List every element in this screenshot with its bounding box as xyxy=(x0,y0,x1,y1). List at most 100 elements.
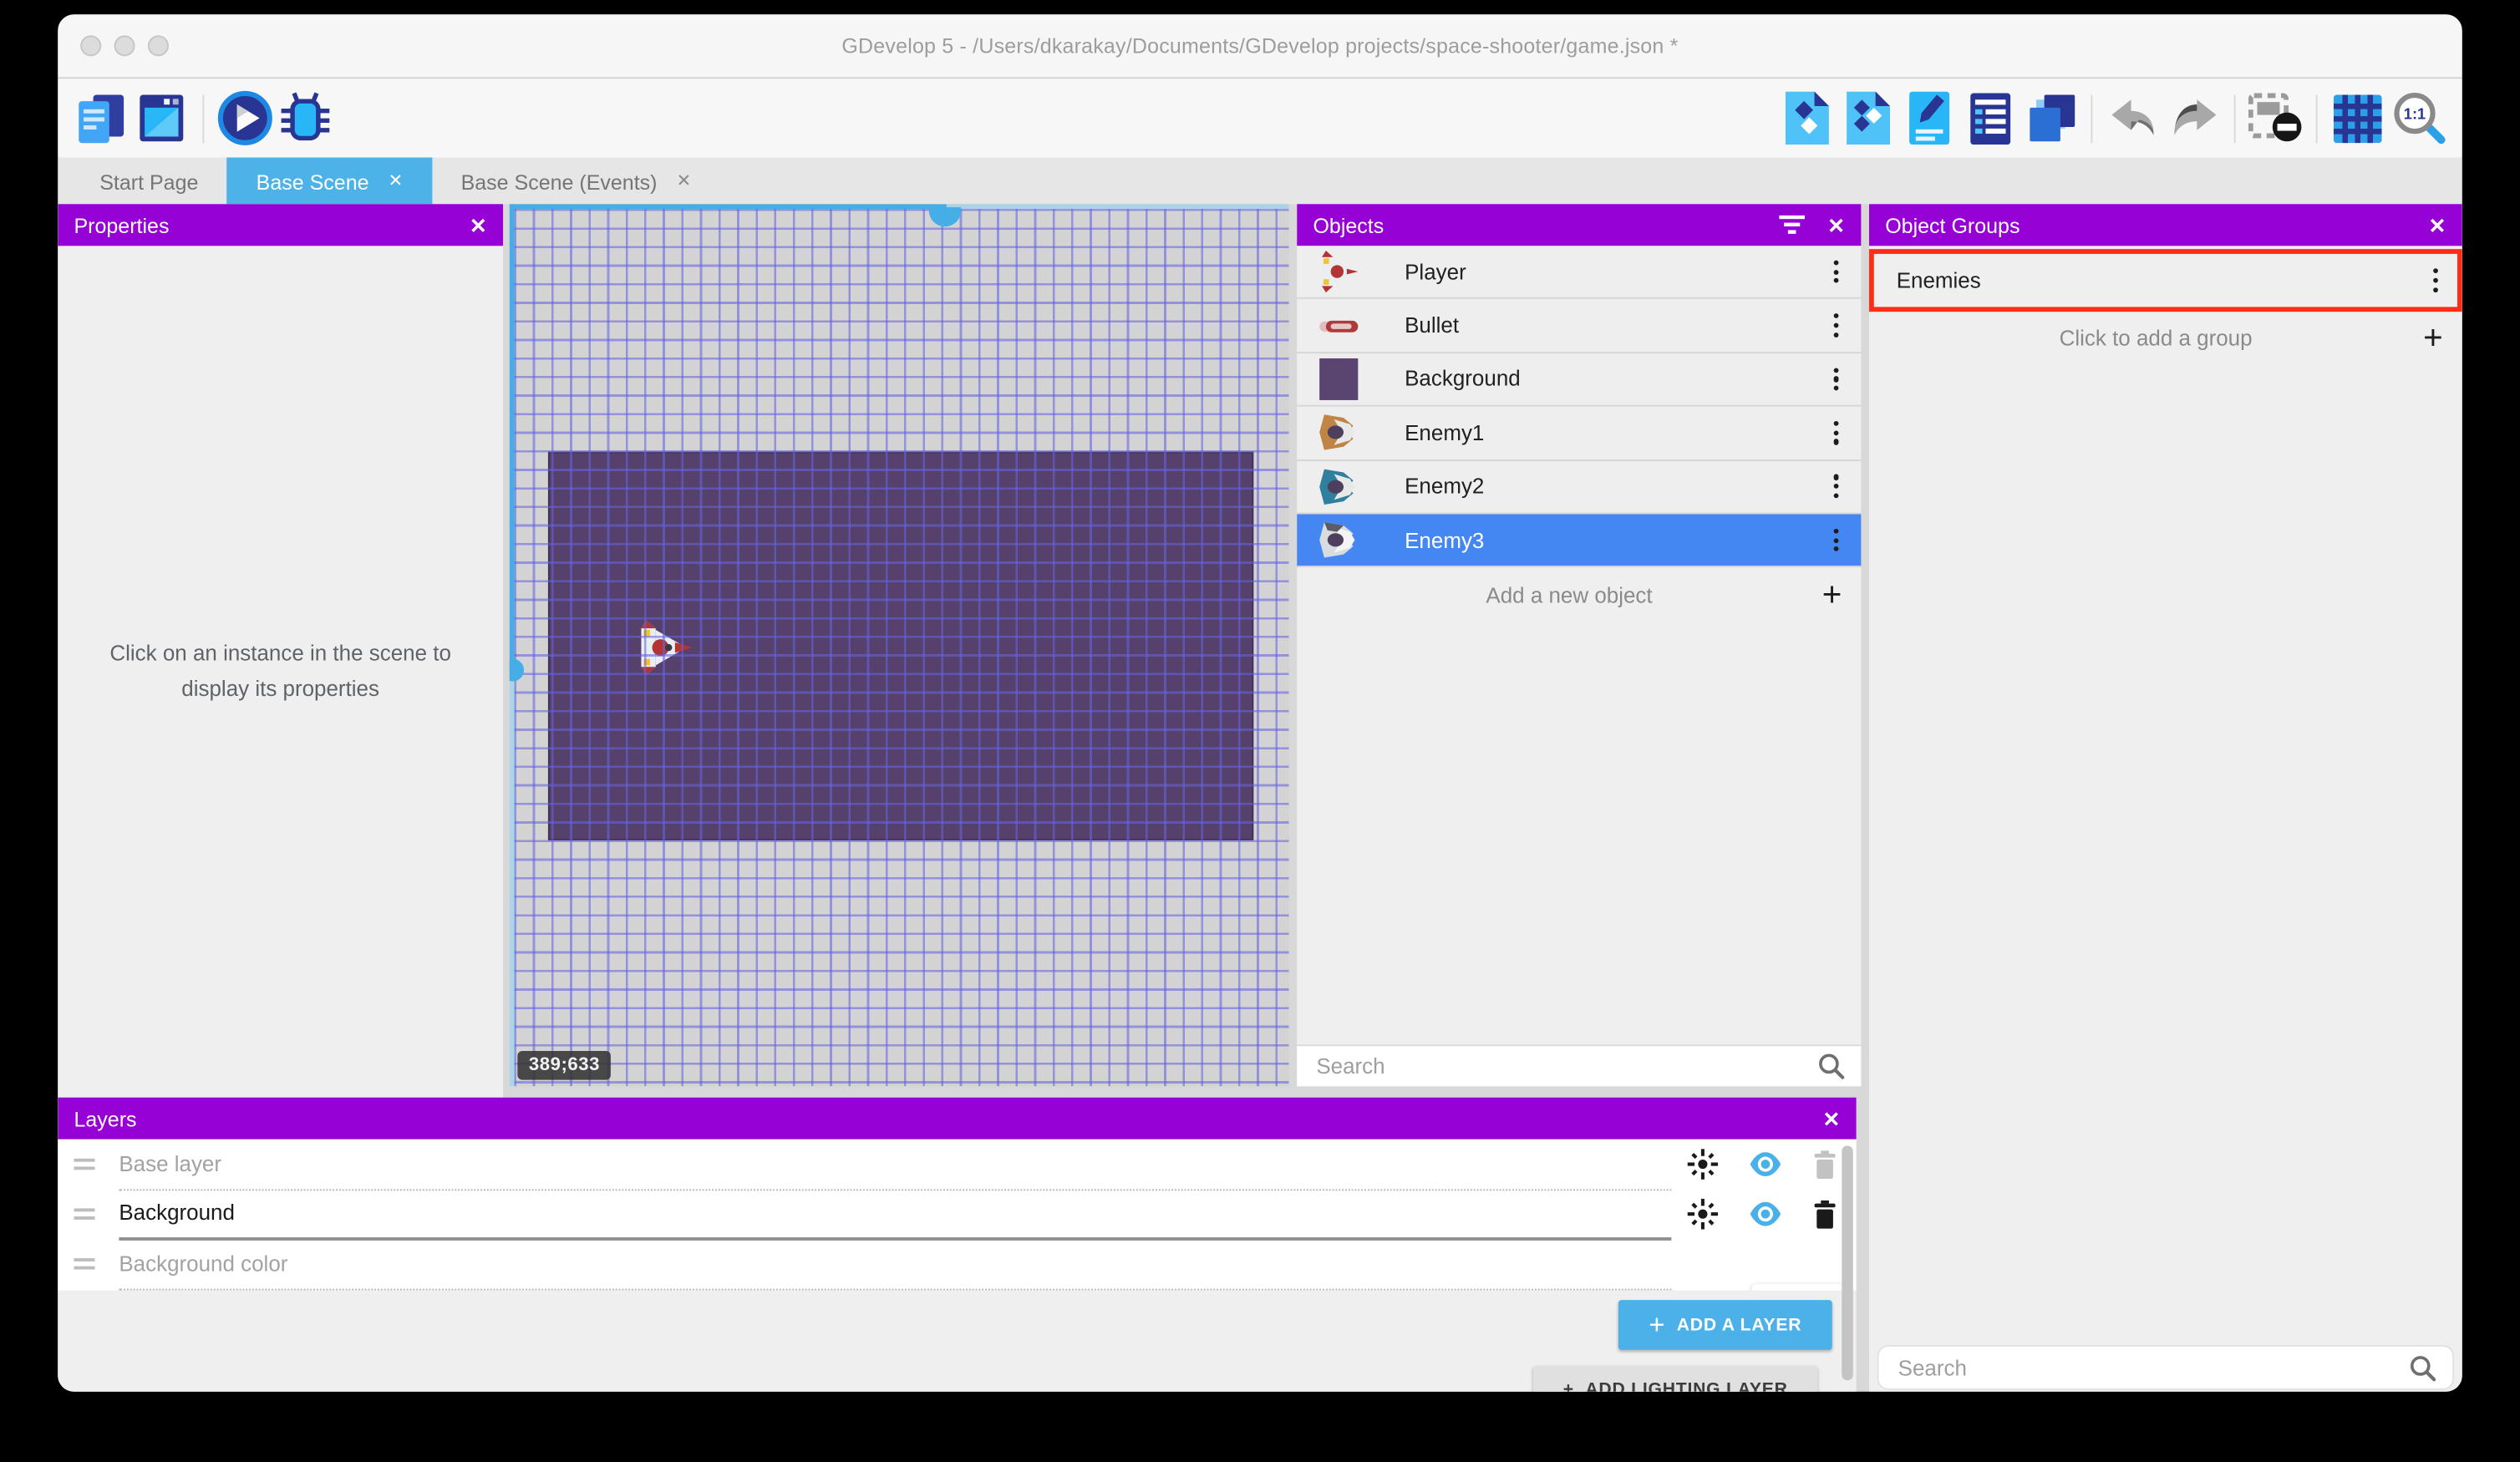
objects-editor-icon[interactable] xyxy=(1776,86,1837,150)
debug-icon[interactable] xyxy=(275,86,336,150)
close-icon[interactable]: ✕ xyxy=(1822,1108,1840,1129)
close-icon[interactable]: ✕ xyxy=(1827,215,1845,236)
main-toolbar: 1:1 xyxy=(58,79,2462,157)
tab-label: Base Scene xyxy=(257,170,369,194)
object-menu-icon[interactable] xyxy=(1827,254,1846,290)
properties-empty-message: Click on an instance in the scene to dis… xyxy=(83,637,478,706)
plus-icon: + xyxy=(1649,1309,1665,1341)
trash-icon[interactable] xyxy=(1813,1150,1837,1179)
properties-editor-icon[interactable] xyxy=(1898,86,1959,150)
toggle-instances-mask-icon[interactable] xyxy=(2245,86,2306,150)
add-lighting-layer-label: ADD LIGHTING LAYER xyxy=(1585,1380,1787,1391)
object-row-background[interactable]: Background xyxy=(1297,353,1861,407)
layer-visibility-icon[interactable] xyxy=(1749,1202,1782,1226)
undo-icon[interactable] xyxy=(2102,86,2163,150)
trash-icon[interactable] xyxy=(1813,1200,1837,1229)
play-icon[interactable] xyxy=(214,86,275,150)
layer-row-base[interactable]: Base layer xyxy=(58,1140,1856,1190)
layer-name[interactable]: Background color xyxy=(119,1251,287,1275)
objects-search-bar xyxy=(1297,1044,1861,1086)
object-menu-icon[interactable] xyxy=(1827,307,1846,343)
tab-label: Start Page xyxy=(99,170,198,194)
tab-start-page[interactable]: Start Page xyxy=(71,158,227,206)
properties-panel-header: Properties ✕ xyxy=(58,204,503,246)
layer-name[interactable]: Background xyxy=(119,1201,235,1225)
titlebar: GDevelop 5 - /Users/dkarakay/Documents/G… xyxy=(58,14,2462,79)
layer-name[interactable]: Base layer xyxy=(119,1151,221,1175)
game-frame-left-border-light xyxy=(510,670,515,1086)
add-layer-button[interactable]: + ADD A LAYER xyxy=(1618,1300,1832,1350)
add-lighting-layer-button[interactable]: + ADD LIGHTING LAYER xyxy=(1533,1366,1817,1392)
object-menu-icon[interactable] xyxy=(1827,522,1846,558)
groups-search-input[interactable] xyxy=(1895,1354,2396,1382)
layer-effects-icon[interactable] xyxy=(1688,1199,1719,1230)
object-label: Background xyxy=(1405,367,1827,391)
object-label: Enemy2 xyxy=(1405,475,1827,499)
tab-base-scene-events[interactable]: Base Scene (Events) ✕ xyxy=(432,158,720,206)
background-icon xyxy=(1316,358,1359,400)
add-layer-label: ADD A LAYER xyxy=(1677,1315,1802,1334)
minimize-window-button[interactable] xyxy=(114,35,135,56)
maximize-window-button[interactable] xyxy=(148,35,169,56)
tab-close-icon[interactable]: ✕ xyxy=(389,173,404,190)
close-icon[interactable]: ✕ xyxy=(470,215,487,236)
vertical-scroll-handle[interactable] xyxy=(510,659,524,682)
object-row-bullet[interactable]: Bullet xyxy=(1297,300,1861,353)
object-row-player[interactable]: Player xyxy=(1297,246,1861,299)
horizontal-scroll-handle[interactable] xyxy=(929,207,961,226)
layer-row-background-color[interactable]: Background color xyxy=(58,1239,1856,1289)
group-row-enemies[interactable]: Enemies xyxy=(1869,249,2462,312)
search-icon xyxy=(1817,1053,1845,1080)
objects-list: Player Bullet xyxy=(1297,246,1861,1044)
instances-list-icon[interactable] xyxy=(1959,86,2020,150)
game-frame-top-border xyxy=(510,204,947,209)
bullet-icon xyxy=(1316,305,1359,347)
object-menu-icon[interactable] xyxy=(1827,414,1846,450)
layers-editor-icon[interactable] xyxy=(2020,86,2081,150)
toolbar-separator xyxy=(2234,94,2236,143)
object-row-enemy1[interactable]: Enemy1 xyxy=(1297,407,1861,460)
layer-row-background[interactable]: Background xyxy=(58,1189,1856,1239)
tab-label: Base Scene (Events) xyxy=(461,170,658,194)
object-groups-body: Enemies Click to add a group + xyxy=(1869,246,2462,1391)
close-icon[interactable]: ✕ xyxy=(2429,215,2446,236)
traffic-lights xyxy=(80,14,169,77)
add-new-object-label: Add a new object xyxy=(1316,582,1821,607)
drag-handle-icon[interactable] xyxy=(74,1159,103,1170)
layer-visibility-icon[interactable] xyxy=(1749,1152,1782,1176)
object-label: Bullet xyxy=(1405,313,1827,338)
scene-canvas[interactable]: 389;633 xyxy=(510,204,1289,1086)
layers-panel-header: Layers ✕ xyxy=(58,1098,1856,1140)
object-menu-icon[interactable] xyxy=(1827,361,1846,397)
object-groups-editor-icon[interactable] xyxy=(1837,86,1898,150)
player-instance[interactable] xyxy=(635,619,696,685)
objects-search-input[interactable] xyxy=(1313,1053,1805,1080)
objects-panel: Objects ✕ xyxy=(1297,204,1861,1086)
panel-title: Object Groups xyxy=(1885,213,2406,237)
project-manager-icon[interactable] xyxy=(71,86,132,150)
close-window-button[interactable] xyxy=(80,35,101,56)
object-row-enemy2[interactable]: Enemy2 xyxy=(1297,460,1861,514)
objects-panel-header: Objects ✕ xyxy=(1297,204,1861,246)
drag-handle-icon[interactable] xyxy=(74,1258,103,1269)
object-label: Enemy1 xyxy=(1405,421,1827,445)
object-menu-icon[interactable] xyxy=(1827,469,1846,505)
layer-effects-icon[interactable] xyxy=(1688,1149,1719,1180)
tab-base-scene[interactable]: Base Scene ✕ xyxy=(227,158,432,206)
object-row-enemy3[interactable]: Enemy3 xyxy=(1297,514,1861,567)
open-scene-icon[interactable] xyxy=(132,86,193,150)
drag-handle-icon[interactable] xyxy=(74,1208,103,1219)
filter-icon[interactable] xyxy=(1779,216,1805,235)
layers-scrollbar[interactable] xyxy=(1842,1145,1852,1380)
toolbar-right-group: 1:1 xyxy=(1776,86,2449,150)
add-group-label: Click to add a group xyxy=(1888,326,2423,350)
add-new-object-button[interactable]: Add a new object + xyxy=(1297,568,1861,622)
grid-icon[interactable] xyxy=(2327,86,2388,150)
redo-icon[interactable] xyxy=(2163,86,2224,150)
toolbar-separator xyxy=(202,94,204,143)
properties-empty-state: Click on an instance in the scene to dis… xyxy=(58,246,503,1097)
zoom-original-icon[interactable]: 1:1 xyxy=(2388,86,2449,150)
tab-close-icon[interactable]: ✕ xyxy=(677,173,692,190)
add-group-button[interactable]: Click to add a group + xyxy=(1869,312,2462,364)
group-menu-icon[interactable] xyxy=(2426,262,2445,298)
